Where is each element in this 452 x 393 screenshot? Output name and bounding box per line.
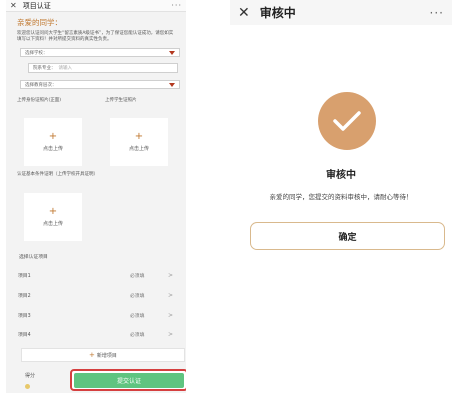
caret-down-icon — [169, 50, 175, 55]
close-icon[interactable]: ✕ — [10, 1, 17, 10]
more-icon[interactable]: ··· — [171, 1, 182, 10]
check-icon — [333, 111, 361, 131]
project-name: 项目1 — [18, 273, 31, 279]
school-select-label: 选择学校： — [25, 50, 48, 56]
degree-select-label: 选择教育层次： — [25, 82, 57, 88]
upload-student-text: 点击上传 — [128, 146, 149, 152]
left-nav-bar: ✕ 项目认证 ··· — [6, 0, 186, 12]
upload-requirement-text: 点击上传 — [42, 221, 63, 227]
select-projects-label: 选择认证项目 — [19, 255, 48, 260]
page-title: 项目认证 — [22, 1, 51, 10]
more-icon[interactable]: ··· — [430, 6, 444, 20]
plus-icon: + — [134, 131, 144, 142]
project-name: 项目2 — [18, 293, 31, 299]
plus-icon: + — [48, 206, 58, 217]
upload-requirement-box[interactable]: + 点击上传 — [24, 193, 82, 241]
major-label: 院系专业： — [33, 66, 56, 71]
chevron-right-icon: > — [168, 330, 174, 338]
upload-student-label: 上传学生证照片 — [105, 98, 137, 103]
page-title: 审核中 — [259, 6, 296, 20]
project-item[interactable]: 项目3 必须填 > — [18, 307, 178, 323]
upload-id-box[interactable]: + 点击上传 — [24, 118, 82, 166]
plus-icon: + — [89, 351, 95, 359]
right-nav-bar: ✕ 审核中 ··· — [230, 0, 452, 25]
greeting: 亲爱的同学： — [17, 18, 62, 27]
submit-button[interactable]: 提交认证 — [74, 372, 184, 388]
project-item[interactable]: 项目1 必须填 > — [18, 267, 178, 283]
score-label: 得分 — [25, 373, 36, 379]
required-tag: 必须填 — [130, 332, 145, 338]
project-item[interactable]: 项目2 必须填 > — [18, 287, 178, 303]
upload-id-text: 点击上传 — [42, 146, 63, 152]
school-select[interactable]: 选择学校： — [20, 48, 180, 57]
required-tag: 必须填 — [130, 313, 145, 319]
review-status-screen: ✕ 审核中 ··· 审核中 亲爱的同学，您提交的资料审核中，请耐心等待！ 确定 — [230, 0, 452, 393]
add-project-label: 新增项目 — [96, 352, 117, 359]
project-item[interactable]: 项目4 必须填 > — [18, 326, 178, 342]
major-input[interactable]: 院系专业： 请输入 — [28, 63, 178, 73]
project-name: 项目3 — [18, 313, 31, 319]
chevron-right-icon: > — [168, 311, 174, 319]
chevron-right-icon: > — [168, 271, 174, 279]
close-icon[interactable]: ✕ — [238, 5, 250, 21]
project-certification-screen: ✕ 项目认证 ··· 亲爱的同学： 欢迎您认证问问大学生“留言素质A级证书”，为… — [6, 0, 186, 393]
score-dot — [25, 384, 30, 389]
upload-id-label: 上传身份证照片(正面) — [17, 98, 62, 103]
upload-student-box[interactable]: + 点击上传 — [110, 118, 168, 166]
intro-text: 欢迎您认证问问大学生“留言素质A级证书”，为了保证您能认证成功，请您如实填写以下… — [17, 31, 174, 42]
chevron-right-icon: > — [168, 291, 174, 299]
required-tag: 必须填 — [130, 293, 145, 299]
degree-select[interactable]: 选择教育层次： — [20, 80, 180, 89]
status-message: 亲爱的同学，您提交的资料审核中，请耐心等待！ — [269, 193, 413, 201]
upload-labels: 上传身份证照片(正面) 上传学生证照片 — [17, 97, 186, 103]
add-project-button[interactable]: + 新增项目 — [21, 348, 185, 362]
status-title: 审核中 — [326, 170, 356, 181]
confirm-button[interactable]: 确定 — [250, 222, 445, 250]
caret-down-icon — [169, 82, 175, 87]
plus-icon: + — [48, 131, 58, 142]
required-tag: 必须填 — [130, 273, 145, 279]
requirement-label: 认证基本条件证明（上传学校开具证明） — [17, 172, 98, 177]
project-name: 项目4 — [18, 332, 31, 338]
success-badge — [318, 92, 376, 150]
submit-highlight: 提交认证 — [70, 369, 186, 391]
major-placeholder: 请输入 — [58, 66, 73, 71]
